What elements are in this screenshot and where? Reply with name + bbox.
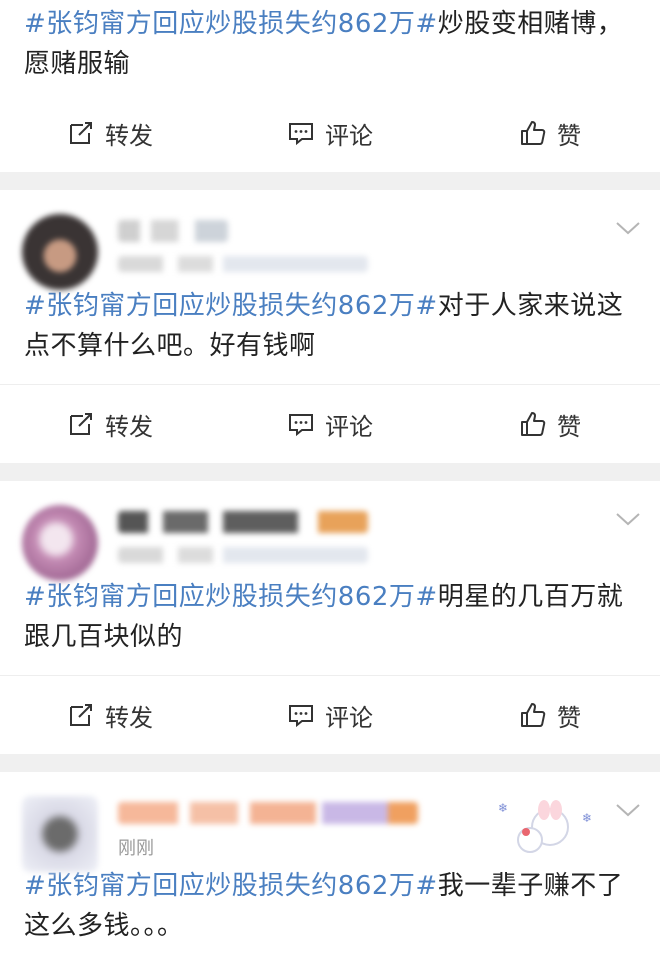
post-card: #张钧甯方回应炒股损失约862万#明星的几百万就跟几百块似的 转发 评论 赞 [0, 481, 660, 754]
repost-label: 转发 [105, 703, 153, 732]
post-header: 刚刚 ❄ ❄ [0, 772, 660, 872]
svg-text:❄: ❄ [582, 811, 592, 825]
sticker-decoration-icon: ❄ ❄ [498, 800, 592, 853]
like-label: 赞 [557, 121, 581, 150]
post-meta-redacted [118, 547, 368, 563]
repost-label: 转发 [105, 412, 153, 441]
comment-label: 评论 [325, 703, 373, 732]
post-content: #张钧甯方回应炒股损失约862万#我一辈子赚不了这么多钱。。。 [0, 866, 660, 946]
like-label: 赞 [557, 412, 581, 441]
repost-button[interactable]: 转发 [0, 407, 220, 442]
like-button[interactable]: 赞 [440, 698, 660, 733]
post-content: #张钧甯方回应炒股损失约862万#明星的几百万就跟几百块似的 [0, 577, 660, 657]
post-time: 刚刚 [118, 838, 154, 859]
post-card: #张钧甯方回应炒股损失约862万#炒股变相赌博，愿赌服输 转发 评论 赞 [0, 0, 660, 172]
post-actions: 转发 评论 赞 [0, 675, 660, 754]
thumbs-up-icon [521, 703, 546, 727]
post-hashtag[interactable]: #张钧甯方回应炒股损失约862万# [24, 291, 438, 321]
post-header [0, 481, 660, 581]
comment-button[interactable]: 评论 [220, 698, 440, 733]
feed-separator [0, 463, 660, 481]
avatar[interactable] [22, 796, 98, 872]
repost-icon [70, 413, 92, 435]
weibo-feed: #张钧甯方回应炒股损失约862万#炒股变相赌博，愿赌服输 转发 评论 赞 #张钧… [0, 0, 660, 946]
username-redacted[interactable] [118, 802, 418, 824]
comment-label: 评论 [325, 121, 373, 150]
chevron-down-icon[interactable] [614, 800, 642, 820]
like-button[interactable]: 赞 [440, 116, 660, 151]
chevron-down-icon[interactable] [614, 218, 642, 238]
repost-icon [70, 122, 92, 144]
comment-icon [289, 414, 313, 437]
post-card: 刚刚 ❄ ❄ #张钧甯方回应炒股损失约862万#我一辈子赚不了这么多钱。。。 [0, 772, 660, 946]
comment-icon [289, 123, 313, 146]
feed-separator [0, 754, 660, 772]
thumbs-up-icon [521, 121, 546, 145]
username-redacted[interactable] [118, 511, 368, 533]
post-hashtag[interactable]: #张钧甯方回应炒股损失约862万# [24, 582, 438, 612]
repost-button[interactable]: 转发 [0, 698, 220, 733]
post-actions: 转发 评论 赞 [0, 384, 660, 463]
post-card: #张钧甯方回应炒股损失约862万#对于人家来说这点不算什么吧。好有钱啊 转发 评… [0, 190, 660, 463]
comment-button[interactable]: 评论 [220, 116, 440, 151]
thumbs-up-icon [521, 412, 546, 436]
repost-label: 转发 [105, 121, 153, 150]
post-content: #张钧甯方回应炒股损失约862万#炒股变相赌博，愿赌服输 [0, 4, 660, 84]
chevron-down-icon[interactable] [614, 509, 642, 529]
post-meta-redacted [118, 256, 368, 272]
avatar[interactable] [22, 505, 98, 581]
svg-text:❄: ❄ [498, 801, 508, 815]
like-label: 赞 [557, 703, 581, 732]
post-actions: 转发 评论 赞 [0, 94, 660, 172]
post-header [0, 190, 660, 290]
comment-icon [289, 705, 313, 728]
post-hashtag[interactable]: #张钧甯方回应炒股损失约862万# [24, 9, 438, 39]
post-hashtag[interactable]: #张钧甯方回应炒股损失约862万# [24, 871, 438, 901]
comment-label: 评论 [325, 412, 373, 441]
avatar[interactable] [22, 214, 98, 290]
like-button[interactable]: 赞 [440, 407, 660, 442]
repost-icon [70, 704, 92, 726]
post-content: #张钧甯方回应炒股损失约862万#对于人家来说这点不算什么吧。好有钱啊 [0, 286, 660, 366]
comment-button[interactable]: 评论 [220, 407, 440, 442]
username-redacted[interactable] [118, 220, 228, 242]
feed-separator [0, 172, 660, 190]
repost-button[interactable]: 转发 [0, 116, 220, 151]
